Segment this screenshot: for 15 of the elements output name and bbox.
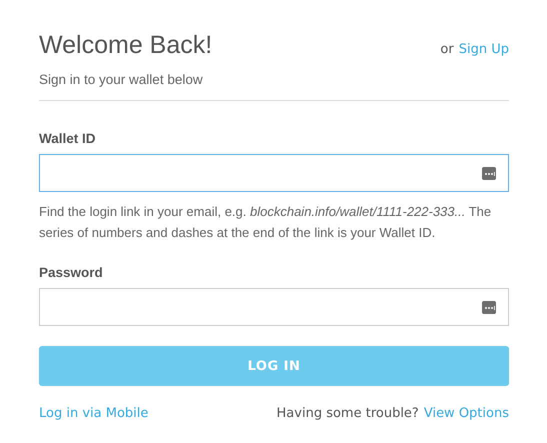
trouble-text: Having some trouble? [276,406,419,421]
input-field[interactable] [39,288,509,326]
sign-up-link[interactable]: Sign Up [458,42,509,57]
subtitle: Sign in to your wallet below [39,72,204,87]
view-options-link[interactable]: View Options [424,406,509,421]
field-label: Wallet ID [39,131,97,146]
mobile-login-link[interactable]: Log in via Mobile [39,406,148,421]
help-text: Find the login link in your email, e.g. blockchain.info/wallet/1111-222-333... The series of numbers and dashes at the end of the link is your Wallet ID. [39,203,492,242]
field-label: Password [39,265,104,280]
page-title: Welcome Back! [39,30,212,61]
or-label: or [440,42,454,57]
log-in-button[interactable]: LOG IN [39,346,509,386]
keypad-icon[interactable] [482,300,496,314]
keypad-icon[interactable] [482,166,496,180]
input-field[interactable] [39,154,509,192]
